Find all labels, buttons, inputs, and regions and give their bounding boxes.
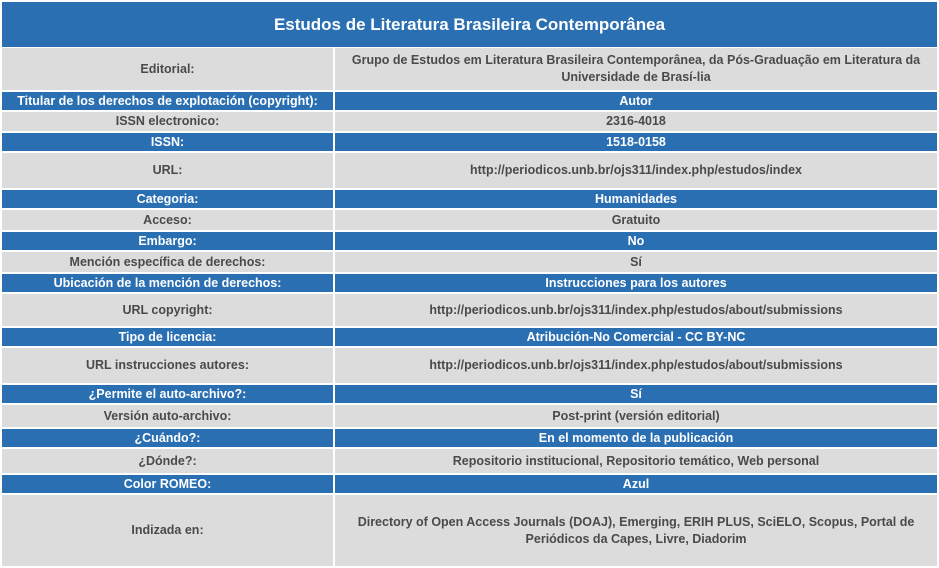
table-row-url-author-instructions: URL instrucciones autores: http://period… [2,348,937,383]
table-row-romeo-color: Color ROMEO: Azul [2,475,937,493]
row-value: 2316-4018 [335,112,937,131]
table-row-archiving-version: Versión auto-archivo: Post-print (versió… [2,405,937,427]
row-value: En el momento de la publicación [335,429,937,447]
journal-info-table: Estudos de Literatura Brasileira Contemp… [1,1,938,567]
table-title: Estudos de Literatura Brasileira Contemp… [2,2,937,47]
table-row-indexed-in: Indizada en: Directory of Open Access Jo… [2,495,937,566]
row-label: ¿Cuándo?: [2,429,333,447]
table-row-access: Acceso: Gratuito [2,210,937,230]
row-label: Embargo: [2,232,333,250]
table-row-when: ¿Cuándo?: En el momento de la publicació… [2,429,937,447]
table-row-license-type: Tipo de licencia: Atribución-No Comercia… [2,328,937,346]
table-row-rights-location: Ubicación de la mención de derechos: Ins… [2,274,937,292]
table-row-embargo: Embargo: No [2,232,937,250]
table-row-category: Categoria: Humanidades [2,190,937,208]
table-row-issn-electronic: ISSN electronico: 2316-4018 [2,112,937,131]
row-value: Sí [335,385,937,403]
row-value: Post-print (versión editorial) [335,405,937,427]
row-label: Acceso: [2,210,333,230]
row-label: ISSN electronico: [2,112,333,131]
row-value-link[interactable]: http://periodicos.unb.br/ojs311/index.ph… [335,294,937,326]
table-row-url: URL: http://periodicos.unb.br/ojs311/ind… [2,153,937,188]
row-value: Sí [335,252,937,272]
row-label: URL: [2,153,333,188]
table-row-rights-mention: Mención específica de derechos: Sí [2,252,937,272]
row-value: Grupo de Estudos em Literatura Brasileir… [335,48,937,90]
row-label: Editorial: [2,48,333,90]
row-value: Instrucciones para los autores [335,274,937,292]
row-label: URL instrucciones autores: [2,348,333,383]
row-value: Gratuito [335,210,937,230]
row-label: ¿Permite el auto-archivo?: [2,385,333,403]
row-value: 1518-0158 [335,133,937,151]
row-value: No [335,232,937,250]
row-label: Categoria: [2,190,333,208]
table-row-url-copyright: URL copyright: http://periodicos.unb.br/… [2,294,937,326]
table-row-where: ¿Dónde?: Repositorio institucional, Repo… [2,449,937,473]
row-label: Color ROMEO: [2,475,333,493]
row-value: Repositorio institucional, Repositorio t… [335,449,937,473]
table-row-editorial: Editorial: Grupo de Estudos em Literatur… [2,48,937,90]
row-label: Ubicación de la mención de derechos: [2,274,333,292]
table-row-issn: ISSN: 1518-0158 [2,133,937,151]
row-label: Mención específica de derechos: [2,252,333,272]
row-label: Tipo de licencia: [2,328,333,346]
row-value-link[interactable]: http://periodicos.unb.br/ojs311/index.ph… [335,348,937,383]
table-row-copyright-holder: Titular de los derechos de explotación (… [2,92,937,110]
table-row-self-archiving: ¿Permite el auto-archivo?: Sí [2,385,937,403]
row-value: Autor [335,92,937,110]
row-value: Atribución-No Comercial - CC BY-NC [335,328,937,346]
row-value: Azul [335,475,937,493]
row-label: Indizada en: [2,495,333,566]
row-value-link[interactable]: http://periodicos.unb.br/ojs311/index.ph… [335,153,937,188]
row-value: Humanidades [335,190,937,208]
row-label: ¿Dónde?: [2,449,333,473]
row-label: Titular de los derechos de explotación (… [2,92,333,110]
row-label: URL copyright: [2,294,333,326]
row-label: ISSN: [2,133,333,151]
row-value: Directory of Open Access Journals (DOAJ)… [335,495,937,566]
row-label: Versión auto-archivo: [2,405,333,427]
